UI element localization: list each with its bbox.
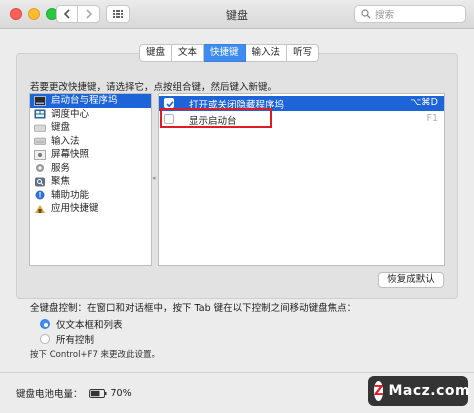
category-label: 启动台与程序坞 (51, 95, 118, 106)
radio-label: 仅文本框和列表 (56, 320, 123, 331)
category-item-app-shortcuts[interactable]: 应用快捷键 (30, 202, 151, 216)
mission-control-icon (34, 109, 46, 119)
instruction-text: 若要更改快捷键，请选择它，点按组合键，然后键入新键。 (30, 82, 278, 93)
category-label: 屏幕快照 (51, 149, 90, 160)
category-list[interactable]: 启动台与程序坞 调度中心 键盘 输入法 屏幕快照 服务 聚焦 辅助功能 应用快捷… (29, 93, 152, 266)
category-label: 应用快捷键 (51, 203, 99, 214)
shortcut-key[interactable]: ⌥⌘D (410, 97, 438, 108)
category-item-input-sources[interactable]: 输入法 (30, 135, 151, 149)
category-label: 服务 (51, 162, 71, 174)
category-item-accessibility[interactable]: 辅助功能 (30, 189, 151, 203)
keyboard-preferences-window: 键盘 搜索 键盘 文本 快捷键 输入法 听写 若要更改快捷键，请选择它，点按组合… (0, 0, 474, 413)
accessibility-icon (35, 190, 45, 200)
radio-button[interactable] (40, 334, 50, 344)
split-view-handle[interactable]: ◂ (152, 174, 157, 182)
watermark: Z Macz.com (368, 376, 471, 406)
radio-button-selected[interactable] (40, 319, 50, 329)
highlight-box (160, 108, 272, 128)
radio-text-boxes-and-lists[interactable]: 仅文本框和列表 (40, 317, 123, 331)
keyboard-battery-status: 键盘电池电量： 70% (16, 386, 132, 401)
search-placeholder: 搜索 (375, 10, 395, 21)
category-label: 键盘 (51, 122, 71, 133)
category-item-screenshots[interactable]: 屏幕快照 (30, 148, 151, 162)
control-f7-hint: 按下 Control+F7 来更改此设置。 (30, 350, 161, 360)
app-shortcuts-icon (35, 204, 45, 213)
category-item-launchpad-dock[interactable]: 启动台与程序坞 (30, 94, 151, 108)
input-method-icon (34, 137, 46, 146)
battery-value: 70% (110, 387, 132, 399)
dock-icon (34, 95, 46, 106)
battery-label: 键盘电池电量： (16, 389, 83, 400)
screenshot-icon (34, 149, 46, 160)
shortcut-key[interactable]: F1 (426, 113, 438, 124)
radio-all-controls[interactable]: 所有控制 (40, 332, 94, 346)
spotlight-icon (35, 177, 45, 187)
search-field[interactable]: 搜索 (354, 5, 466, 23)
title-bar: 键盘 搜索 (0, 0, 474, 29)
tab-text[interactable]: 文本 (172, 44, 205, 62)
search-icon (361, 9, 371, 19)
category-item-services[interactable]: 服务 (30, 162, 151, 176)
battery-icon (88, 388, 107, 398)
radio-label: 所有控制 (56, 335, 95, 346)
category-label: 辅助功能 (51, 189, 90, 201)
category-label: 输入法 (51, 135, 80, 147)
tab-dictation[interactable]: 听写 (287, 44, 320, 62)
watermark-logo: Z (374, 381, 384, 401)
gear-icon (36, 164, 44, 173)
category-label: 调度中心 (51, 108, 90, 120)
tab-input-sources[interactable]: 输入法 (245, 44, 288, 62)
tab-bar: 键盘 文本 快捷键 输入法 听写 (139, 44, 320, 62)
tab-shortcuts[interactable]: 快捷键 (204, 44, 246, 62)
category-item-mission-control[interactable]: 调度中心 (30, 108, 151, 122)
full-keyboard-control-label: 全键盘控制：在窗口和对话框中，按下 Tab 键在以下控制之间移动键盘焦点： (30, 303, 357, 314)
watermark-text: Macz.com (388, 383, 471, 399)
category-item-spotlight[interactable]: 聚焦 (30, 175, 151, 189)
keyboard-icon (34, 124, 46, 132)
category-label: 聚焦 (51, 176, 71, 187)
shortcut-checkbox[interactable] (164, 98, 174, 108)
tab-keyboard[interactable]: 键盘 (139, 44, 173, 62)
restore-defaults-button[interactable]: 恢复成默认 (378, 272, 444, 288)
category-item-keyboard[interactable]: 键盘 (30, 121, 151, 135)
